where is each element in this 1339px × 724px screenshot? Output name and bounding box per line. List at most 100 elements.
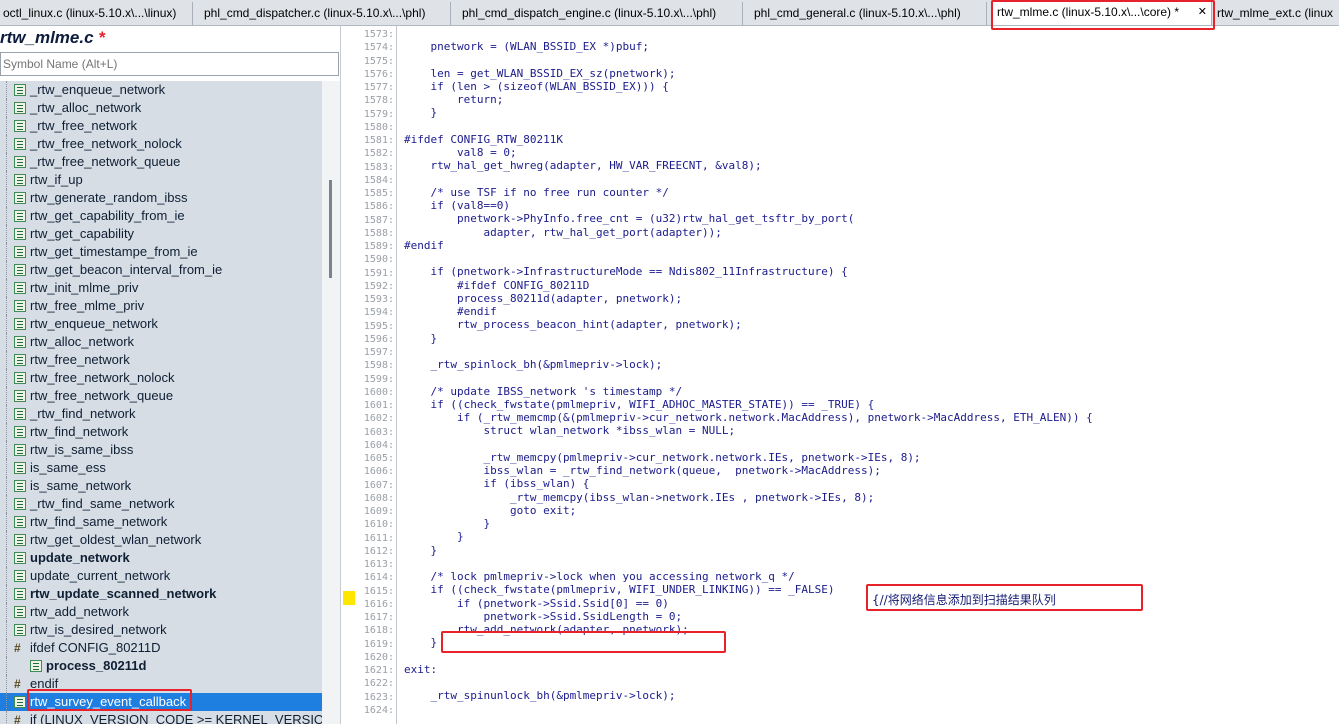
symbol-label: _rtw_enqueue_network xyxy=(30,82,166,97)
preprocessor-icon: # xyxy=(14,677,21,691)
tree-line xyxy=(6,585,7,603)
function-icon xyxy=(14,390,26,402)
symbol-list-item[interactable]: rtw_find_same_network xyxy=(0,513,322,531)
symbol-window: rtw_mlme.c * _rtw_enqueue_network _rtw_al… xyxy=(0,26,341,724)
code-line: } xyxy=(404,530,464,544)
tree-line xyxy=(6,243,7,261)
symbol-list-item[interactable]: # if (LINUX_VERSION_CODE >= KERNEL_VERSIO… xyxy=(0,711,322,724)
symbol-label: _rtw_find_same_network xyxy=(30,496,175,511)
line-number: 1595: xyxy=(363,320,394,332)
line-number: 1584: xyxy=(363,174,394,186)
code-line: _rtw_memcpy(ibss_wlan->network.IEs , pne… xyxy=(404,490,875,504)
symbol-list-item[interactable]: # ifdef CONFIG_80211D xyxy=(0,639,322,657)
symbol-list-item[interactable]: process_80211d xyxy=(0,657,322,675)
tab-rtw-mlme[interactable]: rtw_mlme.c (linux-5.10.x\...\core) * ✕ xyxy=(992,1,1212,25)
symbol-list-item[interactable]: _rtw_alloc_network xyxy=(0,99,322,117)
symbol-list-item[interactable]: rtw_if_up xyxy=(0,171,322,189)
code-line: } xyxy=(404,636,438,650)
symbol-list-item[interactable]: _rtw_free_network_nolock xyxy=(0,135,322,153)
tree-line xyxy=(6,477,7,495)
tab-rtw-mlme-ext[interactable]: rtw_mlme_ext.c (linux xyxy=(1212,2,1339,25)
tree-line xyxy=(6,117,7,135)
tab-phl-cmd-dispatch-engine[interactable]: phl_cmd_dispatch_engine.c (linux-5.10.x\… xyxy=(457,2,743,25)
symbol-list-item[interactable]: rtw_is_desired_network xyxy=(0,621,322,639)
symbol-list-item[interactable]: rtw_get_timestampe_from_ie xyxy=(0,243,322,261)
line-number: 1619: xyxy=(363,638,394,650)
line-number: 1615: xyxy=(363,585,394,597)
symbol-list-item[interactable]: rtw_get_capability xyxy=(0,225,322,243)
symbol-list-item[interactable]: _rtw_find_same_network xyxy=(0,495,322,513)
code-line: len = get_WLAN_BSSID_EX_sz(pnetwork); xyxy=(404,66,676,80)
line-number: 1610: xyxy=(363,519,394,531)
symbol-list-item[interactable]: rtw_get_oldest_wlan_network xyxy=(0,531,322,549)
symbol-label: rtw_survey_event_callback xyxy=(30,694,187,709)
symbol-label: _rtw_free_network_nolock xyxy=(30,136,182,151)
symbol-list-item[interactable]: rtw_free_mlme_priv xyxy=(0,297,322,315)
tab-label: phl_cmd_dispatch_engine.c (linux-5.10.x\… xyxy=(462,6,717,20)
line-number: 1602: xyxy=(363,413,394,425)
code-line: if (ibss_wlan) { xyxy=(404,477,590,491)
line-number: 1611: xyxy=(363,532,394,544)
tab-ioctl-linux[interactable]: octl_linux.c (linux-5.10.x\...\linux) xyxy=(0,2,193,25)
line-number: 1591: xyxy=(363,267,394,279)
code-line: return; xyxy=(404,93,504,106)
symbol-list-item[interactable]: rtw_get_capability_from_ie xyxy=(0,207,322,225)
symbol-list-item[interactable]: _rtw_free_network_queue xyxy=(0,153,322,171)
symbol-label: rtw_get_capability_from_ie xyxy=(30,208,185,223)
preprocessor-icon: # xyxy=(14,641,21,655)
tab-label: rtw_mlme_ext.c (linux xyxy=(1217,6,1334,20)
symbol-list-item[interactable]: rtw_free_network xyxy=(0,351,322,369)
symbol-list-item[interactable]: rtw_free_network_nolock xyxy=(0,369,322,387)
symbol-list-item[interactable]: rtw_get_beacon_interval_from_ie xyxy=(0,261,322,279)
symbol-label: rtw_get_capability xyxy=(30,226,135,241)
symbol-list-item[interactable]: rtw_update_scanned_network xyxy=(0,585,322,603)
tab-phl-cmd-general[interactable]: phl_cmd_general.c (linux-5.10.x\...\phl) xyxy=(749,2,987,25)
tree-line xyxy=(6,99,7,117)
line-number: 1604: xyxy=(363,439,394,451)
code-editor[interactable]: pnetwork = (WLAN_BSSID_EX *)pbuf; len = … xyxy=(404,26,1339,724)
symbol-list-scrollbar[interactable] xyxy=(322,81,340,724)
line-number: 1586: xyxy=(363,201,394,213)
symbol-list-item[interactable]: rtw_free_network_queue xyxy=(0,387,322,405)
symbol-list-item[interactable]: rtw_add_network xyxy=(0,603,322,621)
symbol-list-item[interactable]: _rtw_enqueue_network xyxy=(0,81,322,99)
function-icon xyxy=(14,120,26,132)
symbol-list-item[interactable]: _rtw_find_network xyxy=(0,405,322,423)
symbol-list-item[interactable]: is_same_network xyxy=(0,477,322,495)
symbol-label: is_same_network xyxy=(30,478,132,493)
close-icon[interactable]: ✕ xyxy=(1198,1,1207,23)
symbol-list-item[interactable]: update_current_network xyxy=(0,567,322,585)
tree-line xyxy=(6,279,7,297)
tab-phl-cmd-dispatcher[interactable]: phl_cmd_dispatcher.c (linux-5.10.x\...\p… xyxy=(199,2,451,25)
symbol-list-item[interactable]: _rtw_free_network xyxy=(0,117,322,135)
line-number: 1612: xyxy=(363,545,394,557)
line-number: 1577: xyxy=(363,82,394,93)
symbol-list-item[interactable]: is_same_ess xyxy=(0,459,322,477)
line-number: 1617: xyxy=(363,612,394,623)
symbol-label: ifdef CONFIG_80211D xyxy=(30,640,161,655)
symbol-label: is_same_ess xyxy=(30,460,106,475)
function-icon xyxy=(14,174,26,186)
code-line: pnetwork->PhyInfo.free_cnt = (u32)rtw_ha… xyxy=(404,212,855,226)
symbol-list-item[interactable]: rtw_is_same_ibss xyxy=(0,441,322,459)
symbol-list-item[interactable]: update_network xyxy=(0,549,322,567)
symbol-label: if (LINUX_VERSION_CODE >= KERNEL_VERSION… xyxy=(30,712,322,724)
symbol-search-input[interactable] xyxy=(0,52,339,76)
tree-line xyxy=(6,261,7,279)
code-line: if (len > (sizeof(WLAN_BSSID_EX))) { xyxy=(404,79,669,93)
symbol-list-item[interactable]: rtw_alloc_network xyxy=(0,333,322,351)
symbol-list-item[interactable]: # endif xyxy=(0,675,322,693)
symbol-list-item[interactable]: rtw_enqueue_network xyxy=(0,315,322,333)
tree-line xyxy=(6,135,7,153)
symbol-list-item[interactable]: rtw_survey_event_callback xyxy=(0,693,322,711)
symbol-list-item[interactable]: rtw_find_network xyxy=(0,423,322,441)
preprocessor-icon: # xyxy=(14,713,21,724)
symbol-label: update_network xyxy=(30,550,130,565)
symbol-label: _rtw_alloc_network xyxy=(30,100,142,115)
scrollbar-thumb[interactable] xyxy=(329,180,332,278)
line-number: 1582: xyxy=(363,148,394,160)
symbol-list-item[interactable]: rtw_generate_random_ibss xyxy=(0,189,322,207)
symbol-list-item[interactable]: rtw_init_mlme_priv xyxy=(0,279,322,297)
symbol-list[interactable]: _rtw_enqueue_network _rtw_alloc_network _r… xyxy=(0,81,322,724)
tree-line xyxy=(6,711,7,724)
